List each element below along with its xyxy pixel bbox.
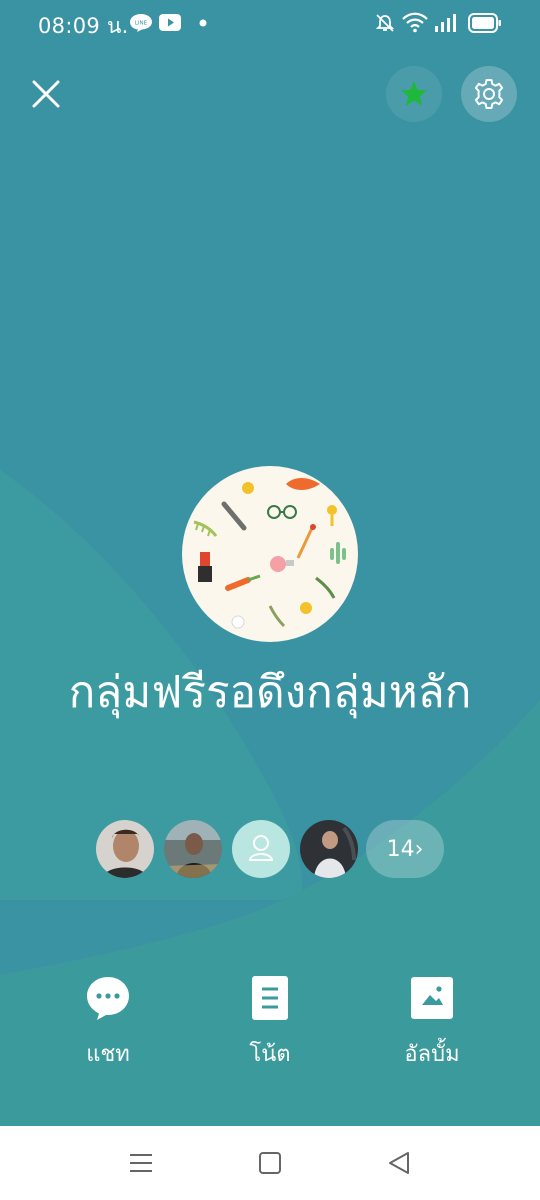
default-avatar-icon	[232, 820, 290, 878]
mute-bell-icon	[375, 14, 395, 32]
signal-icon	[435, 14, 456, 32]
status-time: 08:09 น.	[38, 14, 129, 38]
gear-icon	[474, 79, 504, 109]
chat-bubble-icon	[87, 977, 129, 1020]
note-icon	[252, 976, 288, 1020]
album-icon	[411, 977, 453, 1019]
home-button[interactable]	[255, 1148, 285, 1178]
group-name: กลุ่มฟรีรอดึงกลุ่มหลัก	[68, 667, 472, 718]
note-action[interactable]: โน้ต	[210, 974, 330, 1074]
settings-button[interactable]	[461, 66, 517, 122]
chat-action[interactable]: แชท	[48, 974, 168, 1074]
member-photo	[96, 820, 154, 878]
group-pattern-image	[193, 478, 346, 629]
member-avatar[interactable]	[232, 820, 290, 878]
close-icon	[32, 80, 60, 108]
dot-icon	[199, 19, 207, 27]
line-icon: LINE	[130, 14, 152, 32]
menu-button[interactable]	[126, 1148, 156, 1178]
status-bar: 08:09 น. LINE	[0, 0, 540, 46]
member-list[interactable]: 14›	[0, 820, 540, 880]
favorite-button[interactable]	[386, 66, 442, 122]
member-avatar[interactable]	[164, 820, 222, 878]
svg-text:LINE: LINE	[135, 21, 148, 27]
back-button[interactable]	[384, 1148, 414, 1178]
member-photo	[300, 820, 358, 878]
member-avatar[interactable]	[300, 820, 358, 878]
menu-icon	[130, 1154, 152, 1172]
battery-icon	[468, 13, 501, 33]
group-profile-screen: 08:09 น. LINE กลุ่มฟรีรอดึงกลุ่มหลัก 14›…	[0, 0, 540, 1126]
album-label: อัลบั้ม	[404, 1042, 460, 1067]
system-navigation-bar	[0, 1126, 540, 1200]
chat-label: แชท	[86, 1042, 130, 1067]
close-button[interactable]	[26, 74, 66, 114]
member-avatar[interactable]	[96, 820, 154, 878]
home-square-icon	[259, 1152, 281, 1174]
back-triangle-icon	[389, 1152, 409, 1174]
wifi-icon	[402, 12, 428, 33]
group-cover-image[interactable]	[182, 466, 358, 642]
note-label: โน้ต	[249, 1042, 291, 1067]
youtube-icon	[159, 14, 181, 31]
star-icon	[401, 81, 427, 106]
album-action[interactable]: อัลบั้ม	[372, 974, 492, 1074]
member-photo	[164, 820, 222, 878]
more-members-button[interactable]: 14›	[366, 820, 444, 878]
